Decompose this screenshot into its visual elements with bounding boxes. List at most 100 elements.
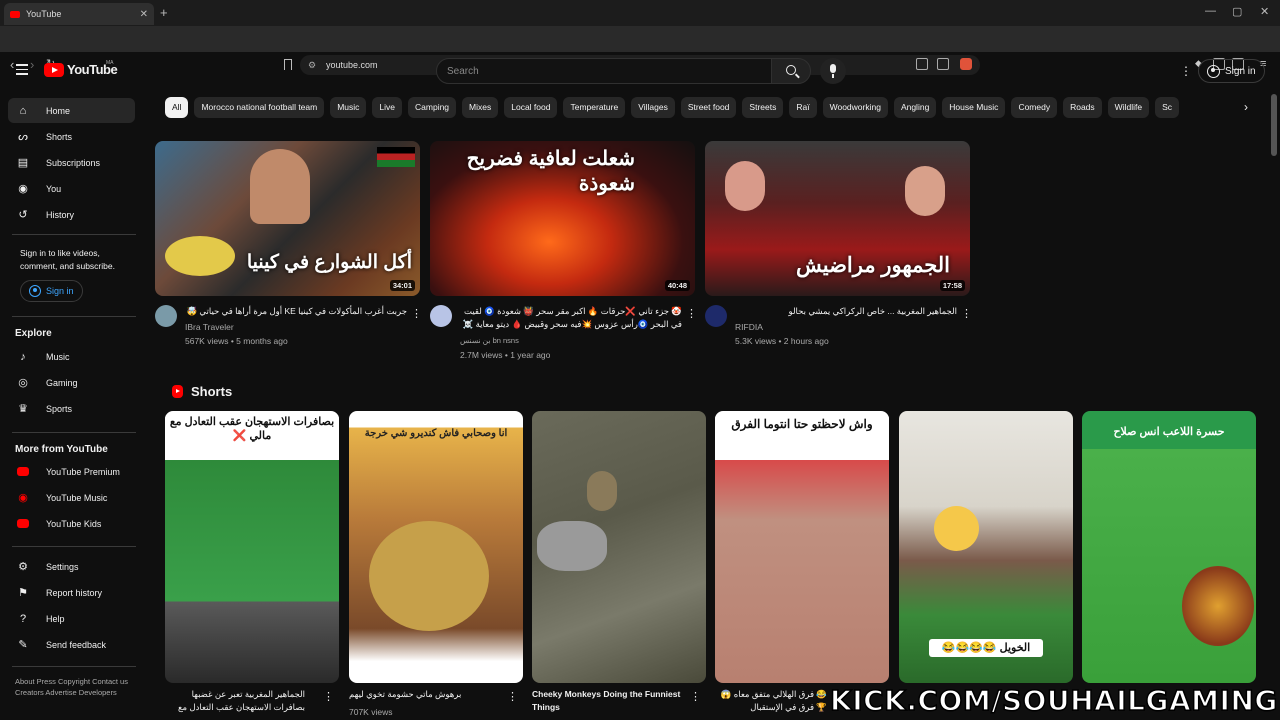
chip[interactable]: Comedy [1011,97,1058,118]
video-card[interactable]: شعلت لعافية فضريح شعوذة 40:48 🤡 جزء تاني… [430,141,697,361]
short-more-icon[interactable]: ⋮ [323,690,334,703]
short-more-icon[interactable]: ⋮ [690,690,701,703]
sidebar-item-subscriptions[interactable]: ▤ Subscriptions [8,150,135,175]
chip[interactable]: Villages [631,97,675,118]
video-title[interactable]: جربت أغرب المأكولات في كينيا KE أول مرة … [185,305,407,318]
chip[interactable]: Sc [1155,97,1179,118]
sidebar-item-shorts[interactable]: ᔕ Shorts [8,124,135,149]
site-info-icon[interactable]: ⚙ [308,60,316,71]
brave-shield-icon[interactable] [960,58,972,70]
chip[interactable]: Local food [504,97,558,118]
sidebar-item-you[interactable]: ◉ You [8,176,135,201]
url-text: youtube.com [326,60,378,70]
sidebar-item-send-feedback[interactable]: ✎ Send feedback [8,632,135,657]
channel-name[interactable]: RIFDIA [735,320,763,334]
short-card[interactable]: الخويل 😂😂😂😂 [899,411,1073,683]
chip[interactable]: Temperature [563,97,626,118]
new-tab-icon[interactable]: + [160,5,168,20]
video-more-icon[interactable]: ⋮ [411,307,422,320]
channel-avatar[interactable] [155,305,177,327]
page-scrollbar[interactable] [1271,94,1277,156]
short-card[interactable]: حسرة اللاعب انس صلاح [1082,411,1256,683]
chip[interactable]: House Music [942,97,1006,118]
channel-avatar[interactable] [705,305,727,327]
video-title[interactable]: 🤡 جزء تاني ❌حرقات 🔥 اكبر مقر سحر 👹 شعودة… [460,305,682,331]
footer-links[interactable]: About Press Copyright Contact us Creator… [15,676,140,698]
maximize-icon[interactable]: ▢ [1232,5,1242,18]
sidebar-item-label: Settings [46,561,79,572]
channel-name[interactable]: بن نسنس bn nsns [460,334,519,348]
sidebar-item-help[interactable]: ? Help [8,606,135,631]
sign-in-button[interactable]: Sign in [1198,59,1265,83]
short-title[interactable]: 😂 فرق الهلالي متفق معاه 😱 🏆 فرق في الإست… [715,688,827,714]
guide-menu-icon[interactable] [16,64,28,78]
short-card[interactable]: انا وصحابي فاش كنديرو شي خرجة [349,411,523,683]
forward-icon[interactable]: › [30,57,34,72]
chip-all[interactable]: All [165,97,189,118]
sidebar-sign-in-button[interactable]: Sign in [20,280,83,302]
history-icon: ↺ [18,209,28,221]
close-window-icon[interactable]: ✕ [1260,5,1269,18]
bookmark-icon[interactable] [284,59,292,70]
search-button[interactable] [771,58,811,84]
sidebar-item-home[interactable]: ⌂ Home [8,98,135,123]
sidebar-item-youtube-premium[interactable]: YouTube Premium [8,459,135,484]
chip[interactable]: Woodworking [822,97,888,118]
chip[interactable]: Street food [680,97,737,118]
chip[interactable]: Camping [408,97,457,118]
video-thumbnail[interactable]: أكل الشوارع في كينيا 34:01 [155,141,420,296]
chip[interactable]: Music [330,97,367,118]
chip[interactable]: Roads [1063,97,1102,118]
back-icon[interactable]: ‹ [10,57,14,72]
video-more-icon[interactable]: ⋮ [961,307,972,320]
short-title[interactable]: Cheeky Monkeys Doing the Funniest Things [532,688,682,714]
video-more-icon[interactable]: ⋮ [686,307,697,320]
sidebar-item-sports[interactable]: ♛ Sports [8,396,135,421]
short-card[interactable]: واش لاحظتو حتا انتوما الفرق [715,411,889,683]
chips-next-icon[interactable]: › [1244,100,1248,114]
chip[interactable]: Live [372,97,403,118]
short-card[interactable]: بصافرات الاستهجان عقب التعادل مع مالي ❌ [165,411,339,683]
youtube-logo[interactable]: YouTube MA [44,60,118,77]
video-card[interactable]: أكل الشوارع في كينيا 34:01 جربت أغرب الم… [155,141,422,361]
tab-title: YouTube [26,9,62,19]
flag-icon: ⚑ [18,587,28,599]
settings-more-icon[interactable]: ⋮ [1180,64,1192,78]
voice-search-icon[interactable] [820,58,846,84]
sidebar-item-history[interactable]: ↺ History [8,202,135,227]
monkey-graphic [587,471,617,511]
sidebar-item-music[interactable]: ♪ Music [8,344,135,369]
video-card[interactable]: الجمهور مراضيش 17:58 الجماهير المغربية .… [705,141,972,361]
sidebar-item-youtube-music[interactable]: ◉ YouTube Music [8,485,135,510]
channel-avatar[interactable] [430,305,452,327]
browser-tab[interactable]: YouTube ✕ [4,3,154,25]
chip[interactable]: Wildlife [1107,97,1150,118]
video-thumbnail[interactable]: شعلت لعافية فضريح شعوذة 40:48 [430,141,695,296]
close-tab-icon[interactable]: ✕ [140,9,148,20]
sidebar-item-report-history[interactable]: ⚑ Report history [8,580,135,605]
chip[interactable]: Mixes [462,97,499,118]
sidebar-item-settings[interactable]: ⚙ Settings [8,554,135,579]
video-title[interactable]: الجماهير المغربية ... خاص الركراكي يمشي … [735,305,957,318]
channel-name[interactable]: IBra Traveler [185,320,234,334]
short-title[interactable]: برهوش ماتي حشومة تخوي ليهم [349,688,489,701]
chip[interactable]: Raï [789,97,817,118]
video-duration: 40:48 [664,280,690,291]
share-icon[interactable] [937,58,949,70]
short-card[interactable] [532,411,706,683]
sidebar-item-label: Gaming [46,377,78,388]
presenter-graphic [250,149,310,224]
minimize-icon[interactable]: — [1205,5,1216,17]
chip[interactable]: Angling [893,97,937,118]
sidebar-item-label: Subscriptions [46,157,101,168]
cast-icon[interactable] [916,58,928,70]
sidebar-item-youtube-kids[interactable]: YouTube Kids [8,511,135,536]
short-more-icon[interactable]: ⋮ [507,690,518,703]
short-title[interactable]: الجماهير المغربية تعبر عن غضبها بصافرات … [165,688,305,714]
search-input[interactable]: Search [436,58,772,84]
chip[interactable]: Streets [742,97,784,118]
sidebar-item-gaming[interactable]: ◎ Gaming [8,370,135,395]
chip[interactable]: Morocco national football team [194,97,325,118]
more-from-youtube-heading: More from YouTube [15,444,108,455]
video-thumbnail[interactable]: الجمهور مراضيش 17:58 [705,141,970,296]
